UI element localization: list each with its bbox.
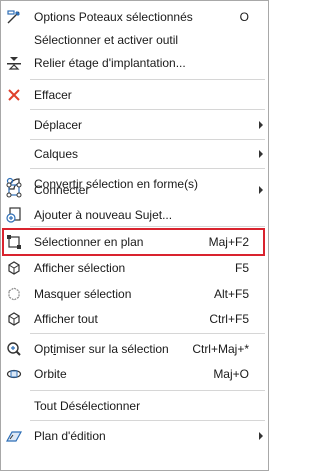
- context-menu: Options Poteaux sélectionnés O Sélection…: [0, 0, 269, 471]
- menu-item-layers[interactable]: Calques: [1, 143, 268, 165]
- menu-item-label: Masquer sélection: [34, 287, 132, 301]
- hide-selection-icon: [5, 286, 23, 302]
- menu-item-delete[interactable]: Effacer: [1, 84, 268, 106]
- menu-separator: [30, 390, 265, 391]
- select-in-plan-icon: [5, 234, 23, 250]
- show-all-icon: [5, 311, 23, 327]
- menu-separator: [30, 168, 265, 169]
- menu-item-label: Connecter: [34, 183, 90, 197]
- menu-item-add-to-new-issue[interactable]: Ajouter à nouveau Sujet...: [1, 204, 268, 226]
- menu-item-label: Tout Désélectionner: [34, 399, 141, 413]
- menu-item-label: Déplacer: [34, 118, 83, 132]
- menu-item-connect[interactable]: Connecter: [1, 179, 268, 201]
- menu-separator: [30, 420, 265, 421]
- menu-item-shortcut: F5: [234, 261, 249, 275]
- menu-separator: [30, 333, 265, 334]
- menu-item-show-all[interactable]: Afficher tout Ctrl+F5: [1, 308, 268, 330]
- menu-item-shortcut: Maj+O: [213, 367, 249, 381]
- menu-item-shortcut: Alt+F5: [213, 287, 249, 301]
- link-story-icon: [5, 55, 23, 71]
- menu-item-label: Calques: [34, 147, 79, 161]
- column-options-icon: [5, 9, 23, 25]
- menu-item-deselect-all[interactable]: Tout Désélectionner: [1, 395, 268, 417]
- menu-item-label: Effacer: [34, 88, 72, 102]
- menu-item-label: Sélectionner et activer outil: [34, 33, 179, 47]
- menu-item-label: Sélectionner en plan: [34, 235, 144, 249]
- submenu-arrow-icon: [259, 186, 263, 194]
- submenu-arrow-icon: [259, 432, 263, 440]
- menu-item-shortcut: O: [239, 10, 249, 24]
- menu-item-zoom-to-selection[interactable]: Optimiser sur la sélection Ctrl+Maj+*: [1, 338, 268, 360]
- menu-item-label: Afficher sélection: [34, 261, 126, 275]
- connect-icon: [5, 182, 23, 198]
- submenu-arrow-icon: [259, 150, 263, 158]
- submenu-arrow-icon: [259, 121, 263, 129]
- menu-item-move[interactable]: Déplacer: [1, 114, 268, 136]
- orbit-icon: [5, 366, 23, 382]
- menu-item-label: Plan d'édition: [34, 429, 106, 443]
- zoom-selection-icon: [5, 341, 23, 357]
- menu-item-column-options[interactable]: Options Poteaux sélectionnés O: [1, 6, 268, 28]
- menu-separator: [30, 226, 265, 227]
- menu-item-select-in-plan[interactable]: Sélectionner en plan Maj+F2: [1, 231, 268, 253]
- editing-plane-icon: [5, 428, 23, 444]
- menu-item-label: Relier étage d'implantation...: [34, 56, 186, 70]
- menu-item-shortcut: Maj+F2: [208, 235, 249, 249]
- menu-item-show-selection[interactable]: Afficher sélection F5: [1, 257, 268, 279]
- menu-item-shortcut: Ctrl+Maj+*: [192, 342, 249, 356]
- menu-item-label: Optimiser sur la sélection: [34, 342, 169, 356]
- menu-item-label: Ajouter à nouveau Sujet...: [34, 208, 173, 222]
- menu-separator: [30, 109, 265, 110]
- menu-item-link-story[interactable]: Relier étage d'implantation...: [1, 52, 268, 74]
- menu-item-label: Options Poteaux sélectionnés: [34, 10, 193, 24]
- show-selection-icon: [5, 260, 23, 276]
- menu-item-label: Orbite: [34, 367, 67, 381]
- menu-item-orbit[interactable]: Orbite Maj+O: [1, 363, 268, 385]
- menu-item-editing-plane[interactable]: Plan d'édition: [1, 425, 268, 447]
- menu-separator: [30, 79, 265, 80]
- delete-x-icon: [5, 87, 23, 103]
- menu-separator: [30, 139, 265, 140]
- add-to-issue-icon: [5, 207, 23, 223]
- menu-item-shortcut: Ctrl+F5: [209, 312, 249, 326]
- menu-item-select-activate-tool[interactable]: Sélectionner et activer outil: [1, 29, 268, 51]
- menu-item-hide-selection[interactable]: Masquer sélection Alt+F5: [1, 283, 268, 305]
- menu-item-label: Afficher tout: [34, 312, 98, 326]
